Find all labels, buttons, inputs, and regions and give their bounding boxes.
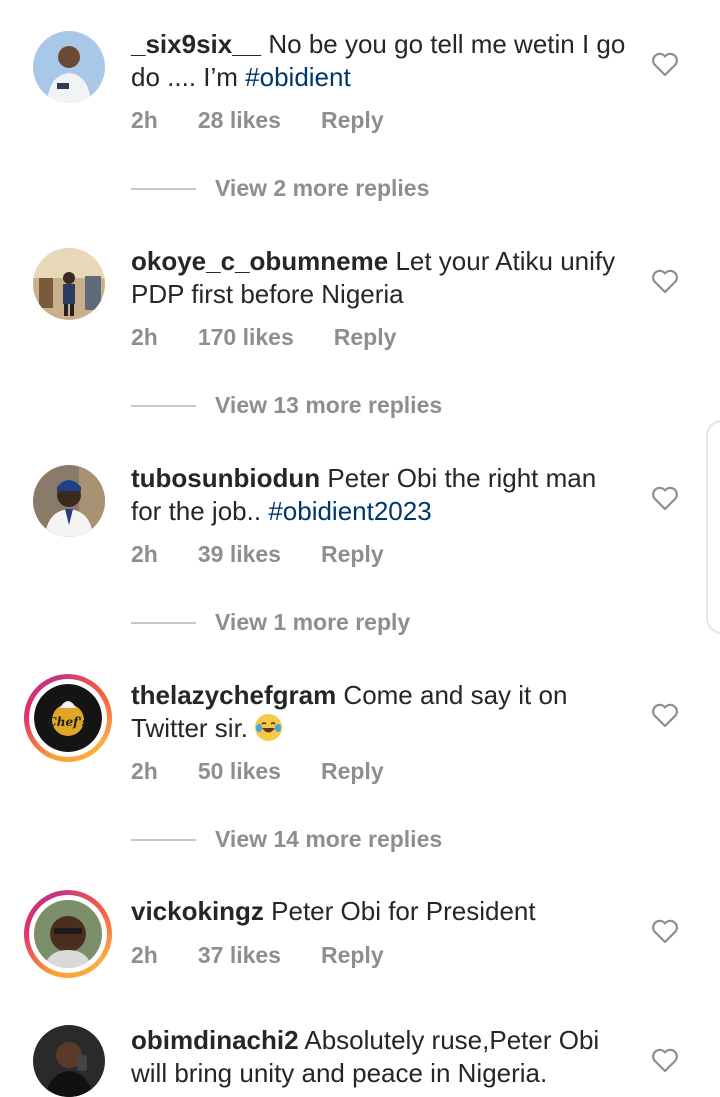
comment-meta: 2h 50 likes Reply — [131, 758, 384, 785]
heart-outline-icon[interactable] — [651, 268, 679, 294]
view-more-replies-label: View 1 more reply — [215, 609, 411, 635]
comment-text: vickokingz Peter Obi for President — [131, 895, 631, 928]
heart-outline-icon[interactable] — [651, 51, 679, 77]
avatar[interactable] — [33, 1025, 105, 1097]
view-more-replies-label: View 13 more replies — [215, 392, 443, 418]
view-more-replies[interactable]: View 2 more replies — [131, 175, 429, 202]
reply-button[interactable]: Reply — [321, 541, 384, 568]
comment-time: 2h — [131, 541, 158, 567]
comment-username[interactable]: tubosunbiodun — [131, 463, 320, 493]
view-more-replies[interactable]: View 1 more reply — [131, 609, 410, 636]
side-scroll-handle[interactable] — [706, 420, 720, 634]
avatar-story-ring[interactable] — [24, 890, 112, 978]
heart-outline-icon[interactable] — [651, 702, 679, 728]
view-more-replies[interactable]: View 13 more replies — [131, 392, 442, 419]
comment-username[interactable]: okoye_c_obumneme — [131, 246, 388, 276]
avatar-story-ring[interactable]: Chef's — [24, 674, 112, 762]
comment-text: thelazychefgram Come and say it on Twitt… — [131, 679, 631, 745]
comment-likes[interactable]: 37 likes — [198, 942, 281, 969]
comment-username[interactable]: thelazychefgram — [131, 680, 336, 710]
avatar[interactable] — [33, 248, 105, 320]
divider-line — [131, 838, 196, 841]
hashtag-link[interactable]: #obidient — [245, 62, 351, 92]
reply-button[interactable]: Reply — [321, 758, 384, 785]
avatar: Chef's — [34, 684, 102, 752]
reply-button[interactable]: Reply — [321, 107, 384, 134]
avatar[interactable] — [33, 31, 105, 103]
laughing-tears-emoji-icon — [255, 714, 283, 741]
view-more-replies-label: View 2 more replies — [215, 175, 430, 201]
comment-likes[interactable]: 28 likes — [198, 107, 281, 134]
avatar — [34, 900, 102, 968]
comment-likes[interactable]: 50 likes — [198, 758, 281, 785]
comment-text: obimdinachi2 Absolutely ruse,Peter Obi w… — [131, 1024, 631, 1090]
comment-username[interactable]: _six9six__ — [131, 29, 261, 59]
comment-username[interactable]: vickokingz — [131, 896, 264, 926]
comment-meta: 2h 28 likes Reply — [131, 107, 384, 134]
divider-line — [131, 404, 196, 407]
reply-button[interactable]: Reply — [321, 942, 384, 969]
divider-line — [131, 187, 196, 190]
comment-likes[interactable]: 170 likes — [198, 324, 294, 351]
avatar[interactable] — [33, 465, 105, 537]
view-more-replies[interactable]: View 14 more replies — [131, 826, 442, 853]
comment-text: _six9six__ No be you go tell me wetin I … — [131, 28, 631, 94]
view-more-replies-label: View 14 more replies — [215, 826, 443, 852]
comment-time: 2h — [131, 758, 158, 784]
comment-likes[interactable]: 39 likes — [198, 541, 281, 568]
comment-text: okoye_c_obumneme Let your Atiku unify PD… — [131, 245, 631, 311]
heart-outline-icon[interactable] — [651, 485, 679, 511]
reply-button[interactable]: Reply — [334, 324, 397, 351]
comment-body: Peter Obi for President — [263, 896, 536, 926]
comment-username[interactable]: obimdinachi2 — [131, 1025, 299, 1055]
heart-outline-icon[interactable] — [651, 1047, 679, 1073]
comment-text: tubosunbiodun Peter Obi the right man fo… — [131, 462, 631, 528]
comment-meta: 2h 37 likes Reply — [131, 942, 384, 969]
comment-time: 2h — [131, 942, 158, 968]
hashtag-link[interactable]: #obidient2023 — [268, 496, 431, 526]
chef-logo-text: Chef's — [47, 715, 89, 729]
comment-meta: 2h 39 likes Reply — [131, 541, 384, 568]
heart-outline-icon[interactable] — [651, 918, 679, 944]
divider-line — [131, 621, 196, 624]
avatar-ring-gap: Chef's — [29, 679, 107, 757]
avatar-ring-gap — [29, 895, 107, 973]
comment-meta: 2h 170 likes Reply — [131, 324, 396, 351]
comment-time: 2h — [131, 324, 158, 350]
comment-time: 2h — [131, 107, 158, 133]
